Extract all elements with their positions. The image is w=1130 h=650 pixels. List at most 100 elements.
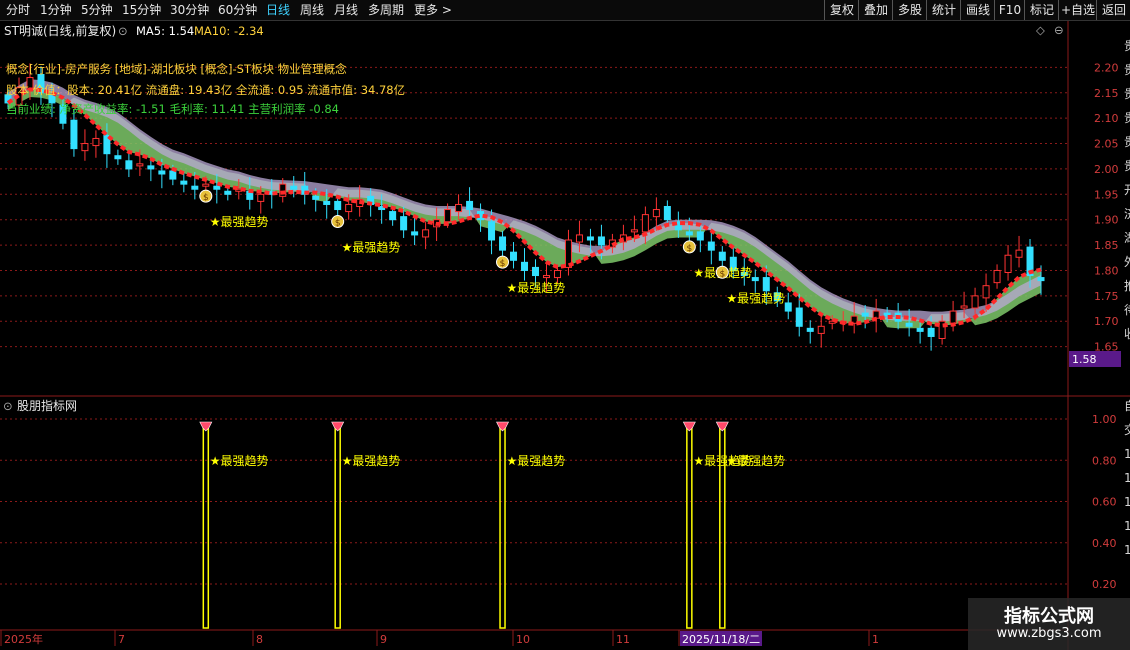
price-tick-10: 1.70 [1094, 315, 1119, 328]
candle-body-52 [575, 234, 583, 243]
diamond-icon-1 [331, 421, 345, 432]
diamond-icon-4 [715, 421, 729, 432]
period-tab-6[interactable]: 日线 [266, 2, 290, 18]
indicator-collapse-icon[interactable]: ⊙ [3, 399, 13, 413]
money-bag-symbol-0: $ [203, 193, 209, 203]
toolbar-button-0[interactable]: 复权 [824, 0, 859, 20]
price-tick-7: 1.85 [1094, 239, 1119, 252]
candle-body-19 [213, 185, 221, 190]
indicator-signal-label-4: ★最强趋势 [726, 454, 785, 468]
right-panel-char-3: 贵 [1124, 111, 1130, 125]
money-bag-symbol-4: $ [719, 269, 725, 279]
candle-body-88 [971, 295, 979, 309]
signal-label-4: ★最强趋势 [726, 291, 785, 305]
candle-body-78 [861, 312, 869, 317]
signal-label-1: ★最强趋势 [342, 241, 401, 255]
right-panel-char-6: 开 [1124, 183, 1130, 197]
period-tab-1[interactable]: 1分钟 [40, 2, 72, 18]
info-capital-line: 股本 价值：股本: 20.41亿 流通盘: 19.43亿 全流通: 0.95 流… [6, 83, 406, 97]
watermark-title: 指标公式网 [1004, 606, 1094, 627]
indicator-bar-2 [499, 427, 506, 629]
right-panel-lower-3: 1 [1124, 471, 1130, 485]
current-price-label: 1.58 [1072, 353, 1097, 366]
candle-body-59 [652, 209, 660, 218]
period-tab-3[interactable]: 15分钟 [122, 2, 161, 18]
candle-body-47 [521, 261, 529, 271]
candle-body-72 [795, 307, 803, 327]
period-tab-0[interactable]: 分时 [6, 2, 30, 18]
price-tick-3: 2.05 [1094, 138, 1119, 151]
candle-body-38 [422, 229, 430, 238]
candle-body-41 [455, 203, 463, 213]
right-panel-char-11: 待 [1124, 303, 1130, 317]
toolbar-button-2[interactable]: 多股 [892, 0, 927, 20]
candle-body-90 [993, 269, 1001, 284]
toolbar-button-8[interactable]: 返回 [1096, 0, 1130, 20]
price-tick-8: 1.80 [1094, 264, 1119, 277]
candle-body-12 [136, 163, 144, 167]
period-tab-9[interactable]: 多周期 [368, 2, 404, 18]
candle-body-49 [542, 275, 550, 279]
candle-body-28 [312, 195, 320, 200]
period-tab-4[interactable]: 30分钟 [170, 2, 209, 18]
candle-body-44 [488, 221, 496, 241]
toolbar-button-1[interactable]: 叠加 [858, 0, 893, 20]
indicator-signal-label-2: ★最强趋势 [507, 454, 566, 468]
indicator-bar-1 [334, 427, 341, 629]
candle-body-23 [257, 193, 265, 202]
period-tab-5[interactable]: 60分钟 [218, 2, 257, 18]
info-performance-line: 当前业绩: 净资产收益率: -1.51 毛利率: 11.41 主营利润率 -0.… [6, 102, 339, 116]
right-panel-lower-6: 1 [1124, 543, 1130, 557]
right-panel-char-5: 贵 [1124, 159, 1130, 173]
date-label-7: 1 [872, 633, 879, 646]
watermark: 指标公式网 www.zbgs3.com [968, 598, 1130, 650]
candle-body-18 [202, 183, 210, 187]
candle-body-48 [531, 266, 539, 277]
candle-body-35 [389, 211, 397, 221]
candle-body-14 [158, 170, 166, 175]
candle-body-42 [466, 200, 474, 211]
candle-body-63 [696, 231, 704, 241]
candle-body-57 [630, 229, 638, 233]
candle-body-54 [597, 236, 605, 246]
ma10-label: MA10: -2.34 [194, 24, 264, 38]
candle-body-20 [224, 190, 232, 195]
candle-body-65 [718, 251, 726, 261]
candle-body-69 [762, 277, 770, 292]
right-panel-char-8: 湖 [1124, 230, 1130, 245]
candle-body-53 [586, 236, 594, 241]
candle-body-31 [345, 203, 353, 213]
candle-body-62 [685, 231, 693, 236]
right-panel-char-7: 济 [1124, 206, 1130, 221]
diamond-icon-2 [496, 421, 510, 432]
toolbar-button-4[interactable]: 画线 [960, 0, 995, 20]
options-icon[interactable]: ⊖ [1054, 23, 1064, 37]
period-tab-8[interactable]: 月线 [334, 2, 358, 18]
period-tab-2[interactable]: 5分钟 [81, 2, 113, 18]
right-panel-lower-0: 自 [1124, 399, 1130, 413]
diamond-icon-0 [199, 421, 213, 432]
indicator-signal-label-1: ★最强趋势 [342, 454, 401, 468]
candle-body-45 [499, 236, 507, 251]
candle-body-68 [751, 277, 759, 282]
candle-body-16 [180, 180, 188, 185]
right-panel-char-1: 贵 [1124, 63, 1130, 77]
collapse-icon[interactable]: ⊙ [118, 24, 128, 38]
candle-body-84 [927, 327, 935, 337]
candle-body-50 [553, 269, 561, 279]
money-bag-symbol-1: $ [335, 219, 341, 229]
right-panel-lower-4: 1 [1124, 495, 1130, 509]
candle-body-86 [949, 310, 957, 324]
toolbar-button-7[interactable]: +自选 [1058, 0, 1097, 20]
period-tab-7[interactable]: 周线 [300, 2, 324, 18]
signal-label-2: ★最强趋势 [507, 281, 566, 295]
toolbar-button-3[interactable]: 统计 [926, 0, 961, 20]
toolbar-button-5[interactable]: F10 [994, 0, 1025, 20]
toolbar-button-6[interactable]: 标记 [1024, 0, 1059, 20]
candle-body-73 [806, 327, 814, 332]
period-tab-10[interactable]: 更多 > [414, 2, 452, 18]
right-panel-lower-2: 1 [1124, 447, 1130, 461]
diamond-icon[interactable]: ◇ [1036, 23, 1045, 37]
candle-body-26 [290, 185, 298, 190]
ma5-label: MA5: 1.54 [136, 24, 195, 38]
